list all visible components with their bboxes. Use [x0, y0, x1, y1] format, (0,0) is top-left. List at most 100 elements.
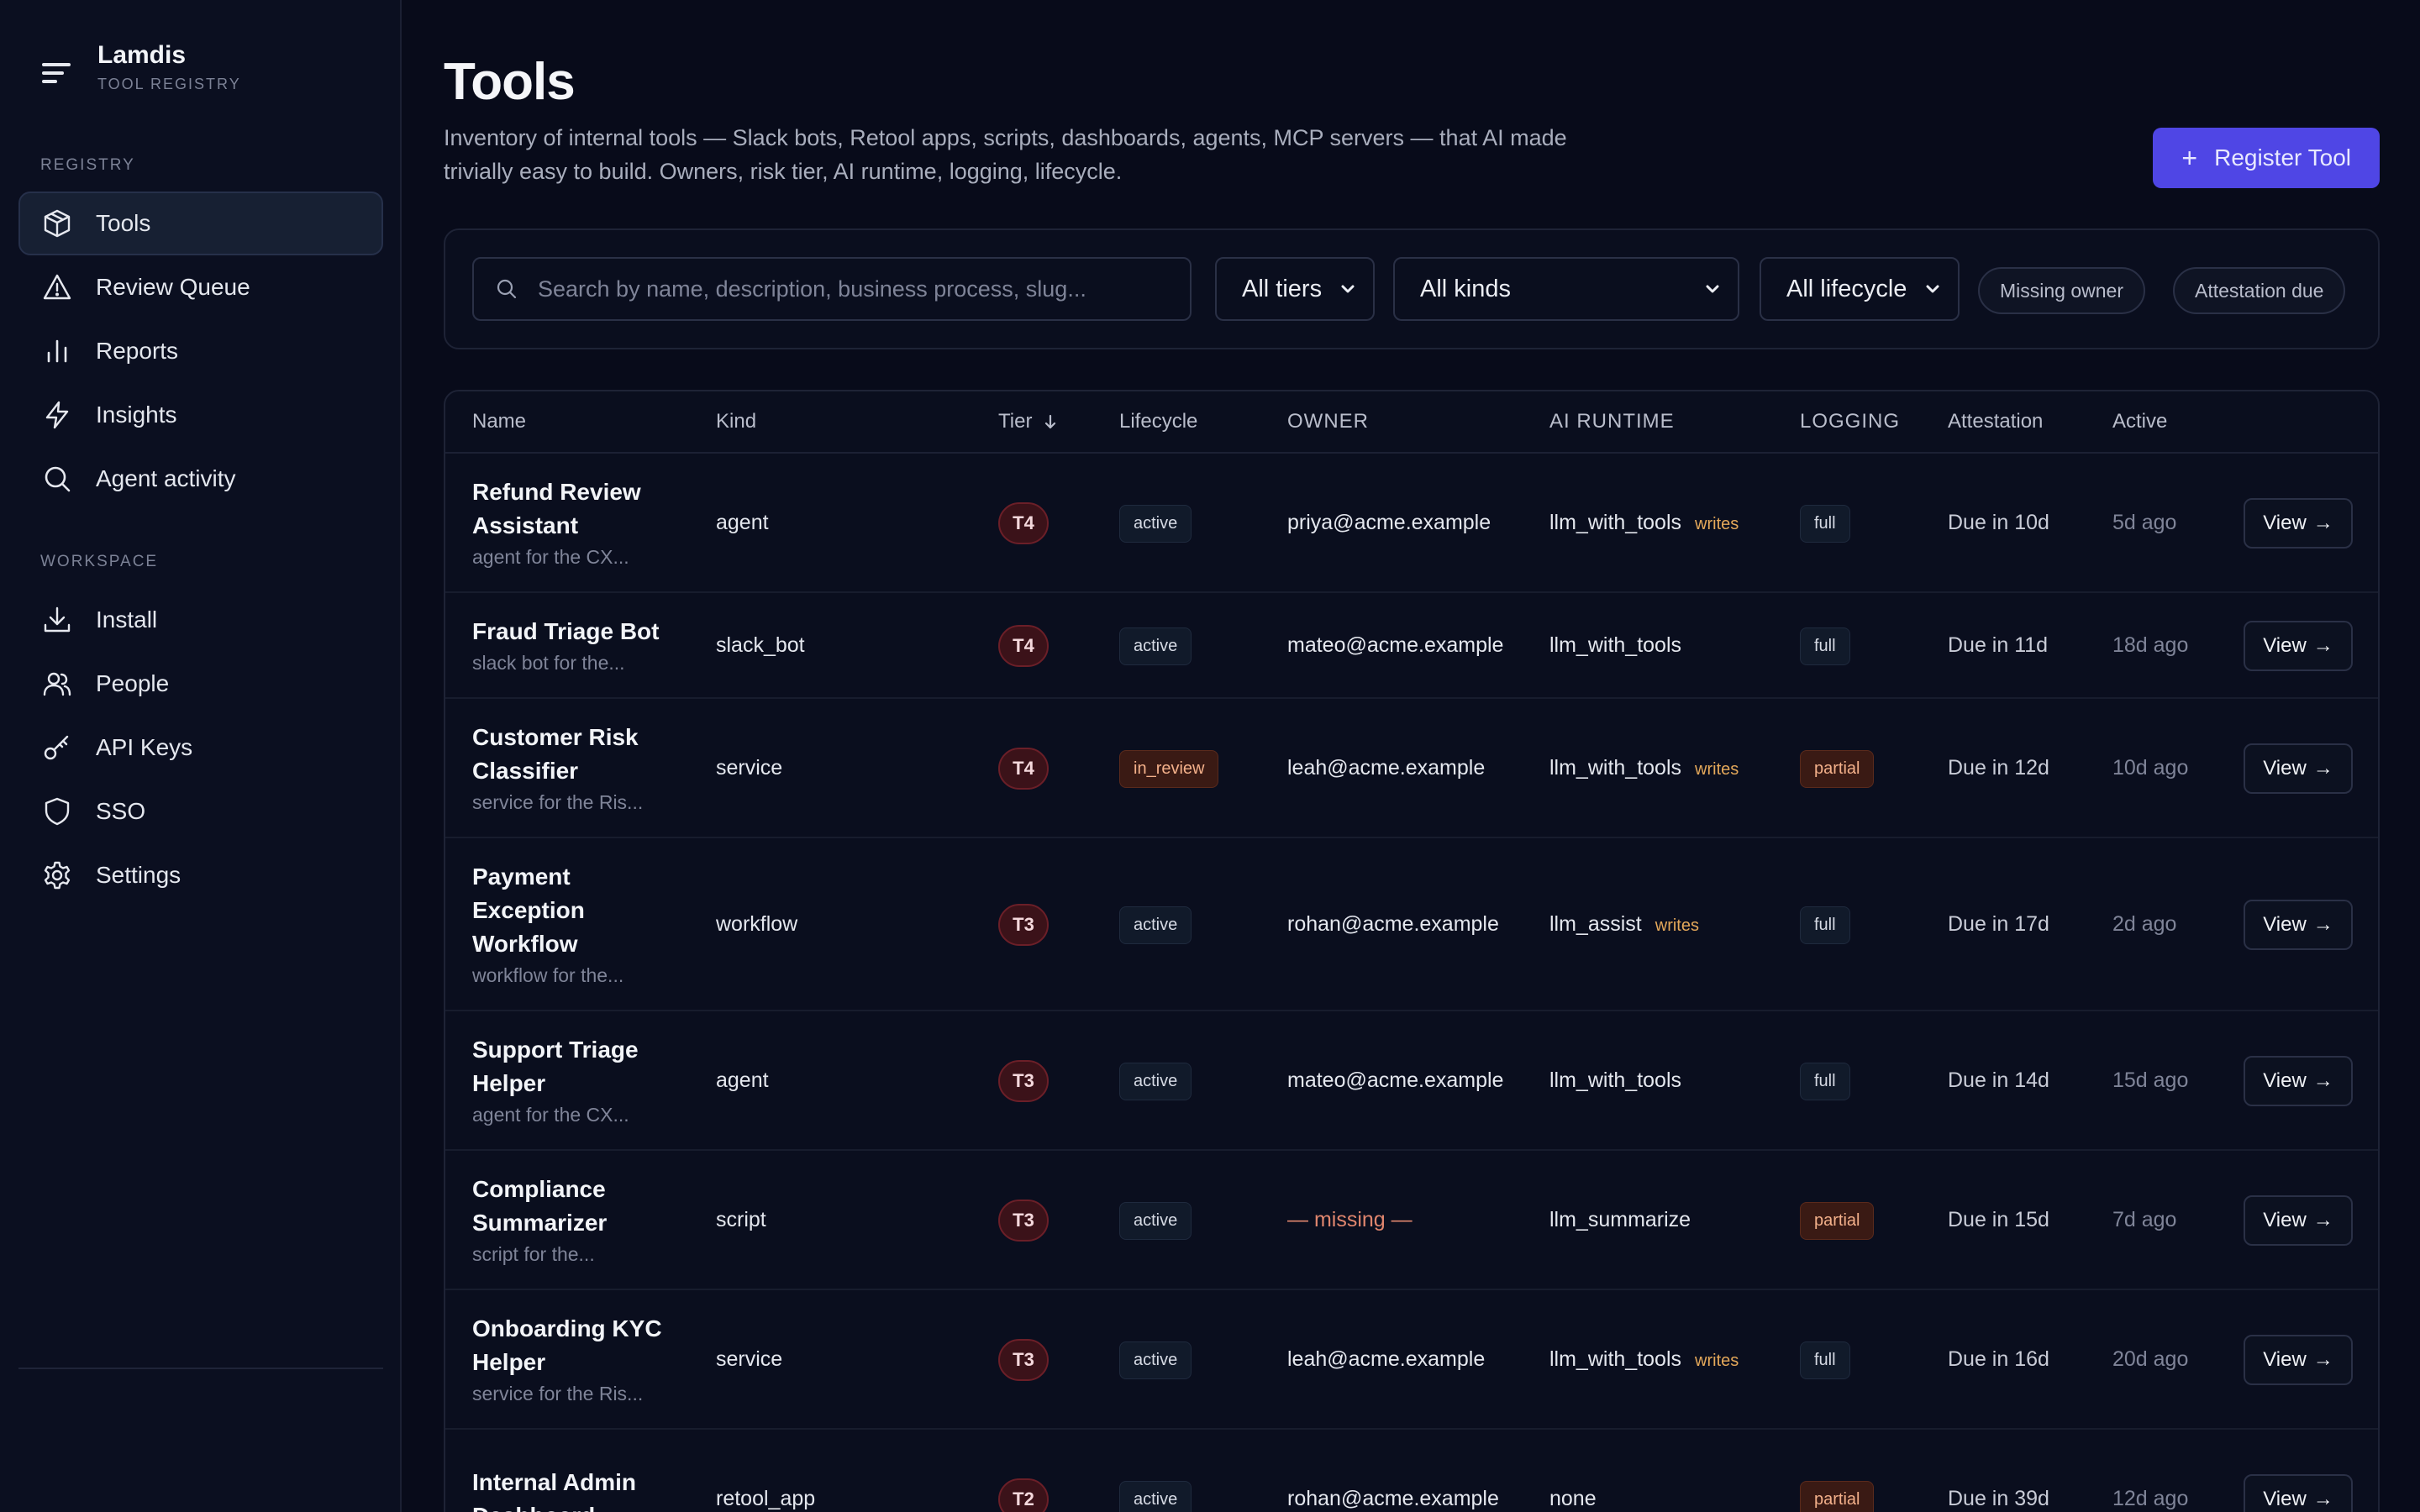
view-button[interactable]: View →: [2244, 621, 2353, 671]
tool-name-line[interactable]: Dashboard: [472, 1499, 691, 1512]
tool-name-line[interactable]: Summarizer: [472, 1206, 691, 1240]
column-header-kind[interactable]: Kind: [716, 410, 756, 433]
sidebar-item-insights[interactable]: Insights: [18, 383, 383, 447]
tool-name-line[interactable]: Support Triage: [472, 1033, 691, 1067]
ai-runtime-cell: llm_with_tools writes: [1549, 1347, 1739, 1372]
ai-runtime-cell: llm_with_tools: [1549, 1068, 1681, 1093]
search-input[interactable]: [538, 276, 1176, 302]
view-button-label: View: [2263, 1348, 2307, 1371]
view-button[interactable]: View →: [2244, 1195, 2353, 1246]
ai-runtime-cell: llm_assist writes: [1549, 912, 1699, 937]
lifecycle-select-value: All lifecycle: [1786, 275, 1907, 302]
register-tool-button[interactable]: + Register Tool: [2153, 128, 2380, 188]
last-active: 2d ago: [2112, 912, 2177, 936]
column-header-tier[interactable]: Tier: [998, 410, 1059, 433]
sidebar-item-people[interactable]: People: [18, 652, 383, 716]
tool-name-cell: Customer Risk Classifier service for the …: [472, 721, 691, 814]
logging-cell: full: [1800, 906, 1850, 944]
view-button[interactable]: View →: [2244, 1056, 2353, 1106]
tool-name-line[interactable]: Compliance: [472, 1173, 691, 1206]
tool-name-line[interactable]: Customer Risk: [472, 721, 691, 754]
arrow-right-icon: →: [2312, 757, 2333, 780]
view-button[interactable]: View →: [2244, 900, 2353, 950]
tool-kind: script: [716, 1208, 766, 1231]
logging-badge: full: [1800, 1063, 1850, 1100]
tool-kind: service: [716, 756, 783, 780]
owner-email[interactable]: mateo@acme.example: [1287, 1068, 1503, 1093]
table-row[interactable]: Compliance Summarizer script for the... s…: [445, 1151, 2378, 1290]
owner-email[interactable]: leah@acme.example: [1287, 1347, 1485, 1372]
owner-email[interactable]: mateo@acme.example: [1287, 633, 1503, 658]
table-row[interactable]: Customer Risk Classifier service for the …: [445, 699, 2378, 838]
owner-email[interactable]: rohan@acme.example: [1287, 912, 1499, 937]
tier-select[interactable]: All tiers: [1215, 257, 1375, 321]
ai-runtime-cell: llm_with_tools writes: [1549, 511, 1739, 535]
tool-name-line[interactable]: Onboarding KYC: [472, 1312, 691, 1346]
ai-runtime-cell: llm_with_tools: [1549, 633, 1681, 658]
column-header-lifecycle[interactable]: Lifecycle: [1119, 410, 1197, 433]
table-row[interactable]: Payment Exception Workflow workflow for th…: [445, 838, 2378, 1011]
sidebar-item-settings[interactable]: Settings: [18, 843, 383, 907]
column-header-ai-runtime[interactable]: AI RUNTIME: [1549, 410, 1675, 433]
owner-missing: — missing —: [1287, 1208, 1413, 1231]
tool-name-line[interactable]: Assistant: [472, 509, 691, 543]
search-icon: [45, 466, 71, 492]
owner-email[interactable]: leah@acme.example: [1287, 756, 1485, 780]
tool-description: agent for the CX...: [472, 1104, 629, 1126]
view-button[interactable]: View →: [2244, 498, 2353, 549]
missing-owner-filter[interactable]: Missing owner: [1978, 267, 2145, 314]
sidebar-item-install[interactable]: Install: [18, 588, 383, 652]
tool-name-line[interactable]: Classifier: [472, 754, 691, 788]
tool-description: service for the Ris...: [472, 791, 644, 813]
sidebar-item-reports[interactable]: Reports: [18, 319, 383, 383]
search-box[interactable]: [472, 257, 1192, 321]
sidebar-item-tools[interactable]: Tools: [18, 192, 383, 255]
table-row[interactable]: Support Triage Helper agent for the CX...…: [445, 1011, 2378, 1151]
tool-name-line[interactable]: Workflow: [472, 927, 691, 961]
tool-name-line[interactable]: Helper: [472, 1346, 691, 1379]
sidebar-item-label: People: [96, 670, 170, 696]
tool-name-line[interactable]: Refund Review: [472, 475, 691, 509]
table-row[interactable]: Internal AdminDashboard retool_app T2 act…: [445, 1430, 2378, 1512]
tool-name-line[interactable]: Payment: [472, 860, 691, 894]
view-button-label: View: [2263, 512, 2307, 534]
sidebar-item-sso[interactable]: SSO: [18, 780, 383, 843]
view-button[interactable]: View →: [2244, 1335, 2353, 1385]
lifecycle-badge: active: [1119, 505, 1192, 543]
view-button[interactable]: View →: [2244, 743, 2353, 794]
logging-badge: full: [1800, 906, 1850, 944]
attestation-due: Due in 15d: [1948, 1208, 2049, 1231]
view-button[interactable]: View →: [2244, 1474, 2353, 1512]
kind-select[interactable]: All kinds: [1393, 257, 1739, 321]
sidebar-item-review-queue[interactable]: Review Queue: [18, 255, 383, 319]
attestation-due-filter[interactable]: Attestation due: [2173, 267, 2346, 314]
table-row[interactable]: Onboarding KYC Helper service for the Ris…: [445, 1290, 2378, 1430]
view-button-label: View: [2263, 757, 2307, 780]
lifecycle-select[interactable]: All lifecycle: [1760, 257, 1960, 321]
column-header-active[interactable]: Active: [2112, 410, 2167, 433]
column-header-name[interactable]: Name: [472, 410, 526, 433]
sidebar-item-agent-activity[interactable]: Agent activity: [18, 447, 383, 511]
tool-name-line[interactable]: Helper: [472, 1067, 691, 1100]
owner-email[interactable]: rohan@acme.example: [1287, 1487, 1499, 1511]
gear-icon: [44, 861, 71, 890]
sidebar-item-api-keys[interactable]: API Keys: [18, 716, 383, 780]
table-row[interactable]: Refund Review Assistant agent for the CX.…: [445, 454, 2378, 593]
column-header-owner[interactable]: OWNER: [1287, 410, 1369, 433]
lifecycle-cell: active: [1119, 1341, 1192, 1379]
tool-name-line[interactable]: Fraud Triage Bot: [472, 615, 691, 648]
logging-badge: partial: [1800, 750, 1875, 788]
menu-icon[interactable]: [40, 57, 74, 91]
ai-runtime: llm_with_tools: [1549, 633, 1682, 657]
table-header: Name Kind Tier Lifecycle OWNER AI RUNTIM…: [445, 391, 2378, 454]
tool-name-line[interactable]: Internal Admin: [472, 1466, 691, 1499]
workspace-section-label: WORKSPACE: [40, 553, 159, 570]
owner-email[interactable]: priya@acme.example: [1287, 511, 1491, 535]
logging-cell: partial: [1800, 1481, 1875, 1512]
table-row[interactable]: Fraud Triage Bot slack bot for the... sl…: [445, 593, 2378, 699]
column-header-logging[interactable]: LOGGING: [1800, 410, 1900, 433]
tool-name-line[interactable]: Exception: [472, 894, 691, 927]
column-header-attestation[interactable]: Attestation: [1948, 410, 2043, 433]
tool-name-cell: Internal AdminDashboard: [472, 1466, 691, 1512]
sort-desc-icon: [1045, 414, 1056, 429]
